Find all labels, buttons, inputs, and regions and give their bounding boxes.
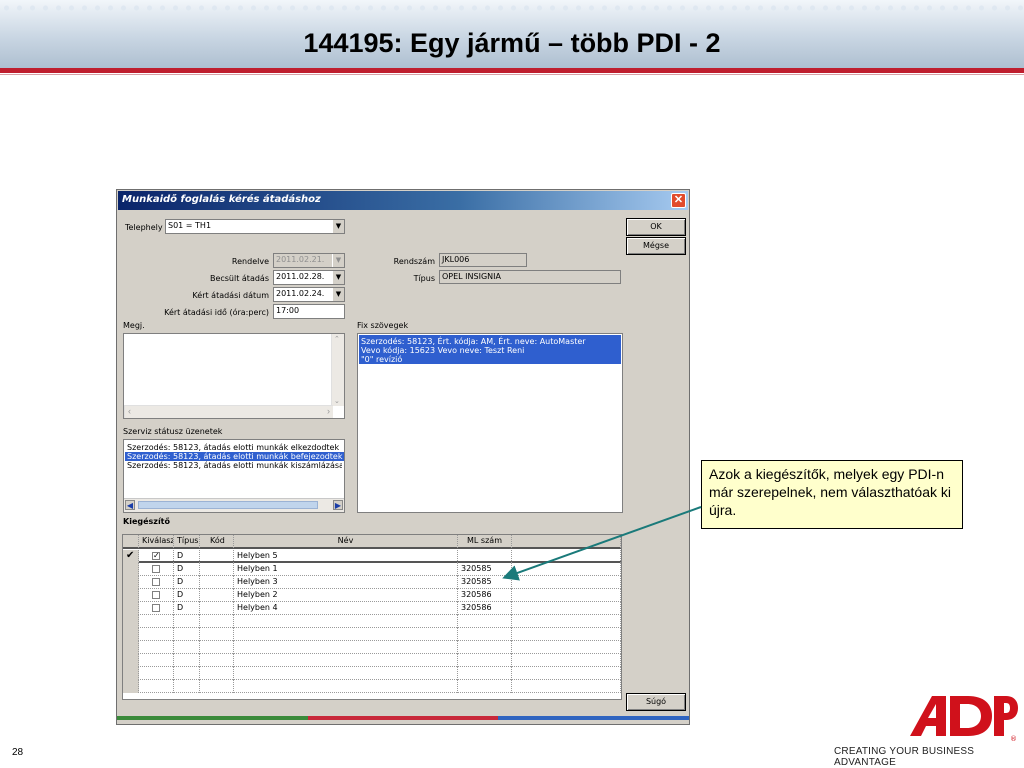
adp-logo: ® bbox=[906, 690, 1018, 743]
svg-text:®: ® bbox=[1010, 735, 1017, 742]
callout-arrow bbox=[502, 506, 702, 581]
tagline: CREATING YOUR BUSINESS ADVANTAGE bbox=[834, 746, 975, 768]
adp-logo-mark: ® bbox=[910, 696, 1018, 743]
page-number: 28 bbox=[12, 747, 24, 758]
